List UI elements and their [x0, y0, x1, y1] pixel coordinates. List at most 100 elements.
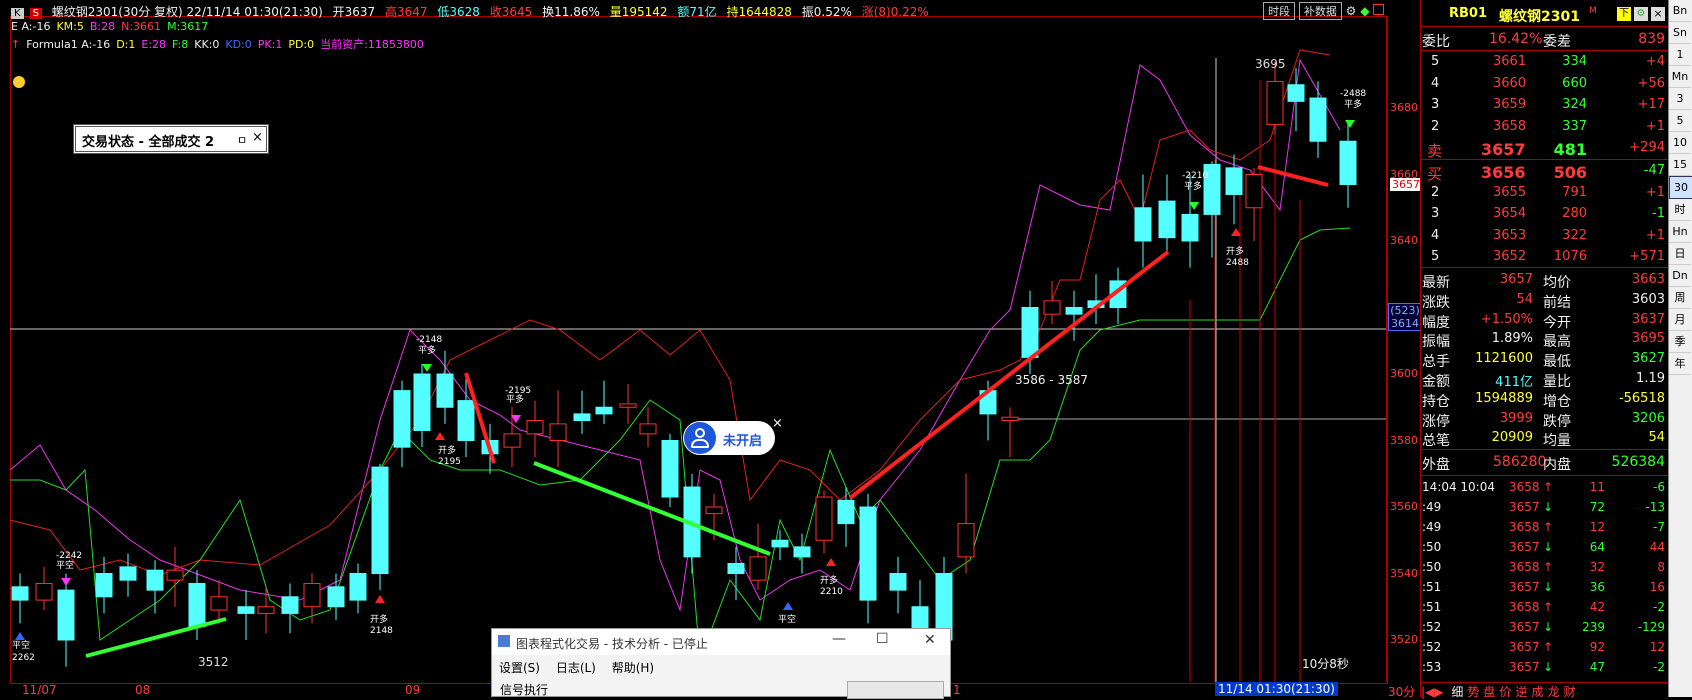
candle-body — [727, 563, 745, 575]
close-icon[interactable]: × — [252, 130, 263, 145]
period-button[interactable]: Bn — [1669, 0, 1691, 22]
period-button[interactable]: Mn — [1669, 66, 1691, 88]
range-label: 3586 - 3587 — [1015, 373, 1089, 387]
bid-price: 3654 — [1493, 206, 1527, 221]
period-button[interactable]: 年 — [1669, 353, 1691, 375]
bid-row[interactable]: 5 3652 1076 +571 — [1421, 247, 1669, 267]
period-button[interactable]: Dn — [1669, 265, 1691, 287]
bid-row[interactable]: 3 3654 280 -1 — [1421, 204, 1669, 224]
period-button[interactable]: 3 — [1669, 88, 1691, 110]
stat-row: 幅度 +1.50% 今开 3637 — [1421, 310, 1669, 331]
tick-volume: 92 — [1589, 640, 1605, 654]
period-button[interactable]: 5 — [1669, 110, 1691, 132]
candle-body — [371, 466, 389, 575]
outer-value: 586280 — [1493, 454, 1547, 470]
signal-text: -2488 — [1340, 89, 1366, 99]
bid-volume: 280 — [1562, 206, 1587, 221]
candle-body — [119, 566, 137, 581]
ask-level: 2 — [1431, 118, 1440, 134]
pin-icon[interactable]: ㅁ — [237, 132, 247, 148]
menu-log[interactable]: 日志(L) — [553, 659, 599, 676]
signal-exec-button[interactable] — [847, 681, 944, 699]
menu-settings[interactable]: 设置(S) — [496, 659, 543, 676]
ask-change: +4 — [1645, 54, 1665, 69]
stat-row: 总手 1121600 最低 3627 — [1421, 349, 1669, 370]
kline-chart[interactable]: KS 螺纹钢2301(30分 复权) 22/11/14 01:30(21:30)… — [0, 0, 1422, 699]
signal-text: 2148 — [370, 626, 393, 636]
ask-row[interactable]: 4 3660 660 +56 — [1421, 74, 1669, 94]
period-button[interactable]: 季 — [1669, 331, 1691, 353]
bid-change: +571 — [1629, 249, 1665, 264]
stat-value: 3999 — [1499, 410, 1533, 426]
period-button[interactable]: 15 — [1669, 154, 1691, 176]
bid-row[interactable]: 4 3653 322 +1 — [1421, 226, 1669, 246]
candle-body — [303, 582, 321, 608]
signal-window[interactable]: 图表程式化交易 - 技术分析 - 已停止 — ☐ ✕ 设置(S) 日志(L) 帮… — [491, 628, 951, 699]
stat-value: 1121600 — [1475, 351, 1533, 367]
candle-body — [1134, 207, 1152, 242]
period-button[interactable]: 1 — [1669, 44, 1691, 66]
tick-row: :51 3657 ↓ 36 16 — [1421, 578, 1669, 598]
stat-row: 涨跌 54 前结 3603 — [1421, 290, 1669, 311]
period-button[interactable]: 日 — [1669, 243, 1691, 265]
crosshair-price: 3614 — [1391, 317, 1419, 330]
buy-arrow-icon — [826, 558, 836, 566]
tick-dir-icon: ↑ — [1543, 560, 1554, 574]
period-button[interactable]: 10 — [1669, 132, 1691, 154]
inner-label: 内盘 — [1543, 457, 1571, 473]
auto-trade-badge[interactable]: 未开启 — [683, 421, 775, 455]
stat-value: 1.19 — [1636, 371, 1665, 386]
ask-row[interactable]: 5 3661 334 +4 — [1421, 52, 1669, 72]
panel-code: RB01 — [1449, 6, 1488, 21]
bid-row[interactable]: 买 3656 506 -47 — [1421, 161, 1669, 183]
stat-row: 总笔 20909 均量 54 — [1421, 428, 1669, 450]
window-maximize-icon[interactable]: ☐ — [876, 631, 889, 647]
ask-row[interactable]: 2 3658 337 +1 — [1421, 117, 1669, 137]
panel-close-icon[interactable]: × — [1651, 7, 1665, 21]
tick-row: 14:04 10:04 3658 ↑ 11 -6 — [1421, 478, 1669, 498]
candle-body — [35, 582, 53, 601]
period-button[interactable]: 30 — [1669, 176, 1692, 199]
candle-body — [1001, 416, 1019, 422]
signal-window-titlebar[interactable]: 图表程式化交易 - 技术分析 - 已停止 — ☐ ✕ — [492, 629, 950, 655]
ask-price: 3658 — [1493, 118, 1527, 134]
y-tick-label: 3560 — [1390, 500, 1418, 513]
tick-price: 3657 — [1509, 500, 1540, 514]
signal-text: 平多 — [1184, 180, 1202, 192]
ask-price: 3659 — [1493, 97, 1527, 112]
tick-dir-icon: ↓ — [1543, 540, 1554, 554]
signal-text: 平多 — [418, 344, 436, 356]
stat-row: 持仓 1594889 增仓 -56518 — [1421, 389, 1669, 410]
ask-row[interactable]: 3 3659 324 +17 — [1421, 95, 1669, 115]
candle-body — [281, 596, 299, 614]
period-button[interactable]: Sn — [1669, 22, 1691, 44]
bid-level: 5 — [1431, 249, 1440, 264]
ask-change: +56 — [1637, 75, 1665, 91]
window-close-icon[interactable]: ✕ — [924, 632, 936, 648]
stat-value: 1.89% — [1491, 331, 1533, 347]
bid-row[interactable]: 2 3655 791 +1 — [1421, 183, 1669, 203]
menu-help[interactable]: 帮助(H) — [609, 659, 657, 676]
last-price-tag: 3657 — [1390, 178, 1422, 191]
ask-change: +294 — [1629, 140, 1665, 155]
down-arrow-icon[interactable]: 下 — [1617, 7, 1631, 21]
trade-status-dialog[interactable]: 交易状态 - 全部成交 2 ㅁ × — [73, 124, 269, 154]
signal-text: -2148 — [416, 335, 442, 345]
badge-close-icon[interactable]: × — [772, 416, 783, 431]
period-button[interactable]: 月 — [1669, 309, 1691, 331]
candle-body — [1158, 200, 1176, 239]
tick-row: :53 3657 ↓ 47 -2 — [1421, 658, 1669, 678]
tick-dir-icon: ↑ — [1543, 520, 1554, 534]
period-button[interactable]: Hn — [1669, 221, 1691, 243]
settings-icon[interactable]: ⚙ — [1634, 7, 1648, 21]
stat-label: 均量 — [1543, 433, 1571, 450]
ask-row[interactable]: 卖 3657 481 +294 — [1421, 138, 1669, 160]
signal-text: 平空 — [778, 613, 796, 625]
ask-volume: 337 — [1562, 118, 1587, 134]
candle-body — [639, 423, 657, 435]
period-button[interactable]: 时 — [1669, 199, 1691, 221]
ask-volume: 660 — [1562, 75, 1587, 91]
diff-label: 委差 — [1543, 34, 1571, 50]
minimize-icon[interactable]: — — [832, 631, 846, 647]
period-button[interactable]: 周 — [1669, 287, 1691, 309]
